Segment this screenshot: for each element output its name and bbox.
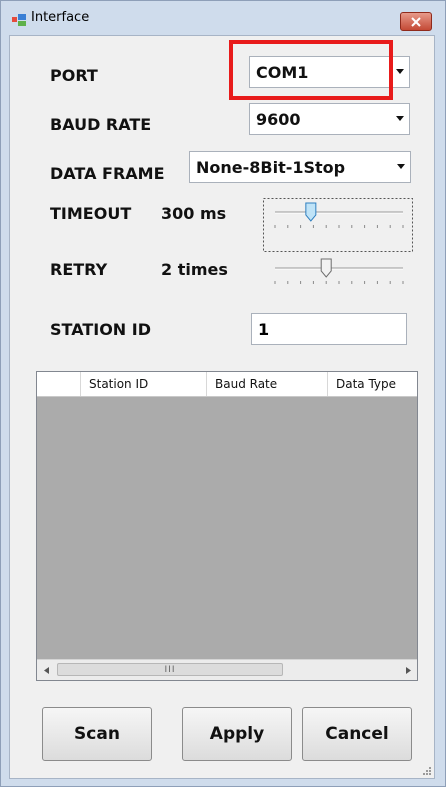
baud-rate-value: 9600 [256, 109, 301, 129]
window-title: Interface [31, 10, 90, 25]
cancel-button[interactable]: Cancel [302, 707, 412, 761]
table-header-corner[interactable] [37, 372, 81, 396]
port-highlight-box [229, 40, 393, 100]
apply-button[interactable]: Apply [182, 707, 292, 761]
scan-button[interactable]: Scan [42, 707, 152, 761]
baud-rate-select[interactable]: 9600 [249, 103, 410, 135]
data-frame-select[interactable]: None-8Bit-1Stop [189, 151, 411, 183]
interface-app-icon [12, 14, 26, 26]
chevron-down-icon [396, 116, 404, 121]
retry-label: RETRY [50, 260, 108, 279]
scroll-thumb[interactable]: III [57, 663, 283, 676]
chevron-down-icon [397, 164, 405, 169]
interface-window: Interface PORT COM1 BAUD RATE 9600 DATA … [0, 0, 446, 787]
data-frame-value: None-8Bit-1Stop [196, 157, 346, 177]
timeout-value: 300 ms [161, 204, 227, 223]
slider-thumb[interactable] [305, 202, 317, 222]
scroll-right-button[interactable] [399, 660, 417, 680]
chevron-down-icon [396, 69, 404, 74]
column-header-station-id[interactable]: Station ID [81, 372, 207, 396]
retry-value: 2 times [161, 260, 228, 279]
baud-rate-label: BAUD RATE [50, 115, 152, 134]
data-frame-label: DATA FRAME [50, 164, 165, 183]
port-label: PORT [50, 66, 98, 85]
close-icon [411, 16, 421, 27]
horizontal-scrollbar[interactable]: III [37, 659, 417, 680]
client-area: PORT COM1 BAUD RATE 9600 DATA FRAME None… [9, 35, 435, 779]
column-header-data-type[interactable]: Data Type [328, 372, 417, 396]
timeout-label: TIMEOUT [50, 204, 132, 223]
resize-grip-icon[interactable] [421, 765, 431, 775]
station-id-label: STATION ID [50, 320, 151, 339]
table-header: Station ID Baud Rate Data Type [37, 372, 417, 397]
title-bar[interactable]: Interface [1, 1, 445, 35]
station-id-value: 1 [258, 319, 270, 339]
station-id-input[interactable]: 1 [251, 313, 407, 345]
scroll-right-icon [405, 666, 411, 674]
column-header-baud-rate[interactable]: Baud Rate [207, 372, 328, 396]
scroll-left-button[interactable] [37, 660, 55, 680]
scroll-left-icon [43, 666, 49, 674]
close-button[interactable] [400, 12, 432, 31]
timeout-slider[interactable] [263, 198, 413, 252]
station-table[interactable]: Station ID Baud Rate Data Type III [36, 371, 418, 681]
slider-thumb[interactable] [320, 258, 332, 278]
scroll-thumb-grip: III [164, 664, 176, 675]
retry-slider[interactable] [263, 254, 413, 294]
